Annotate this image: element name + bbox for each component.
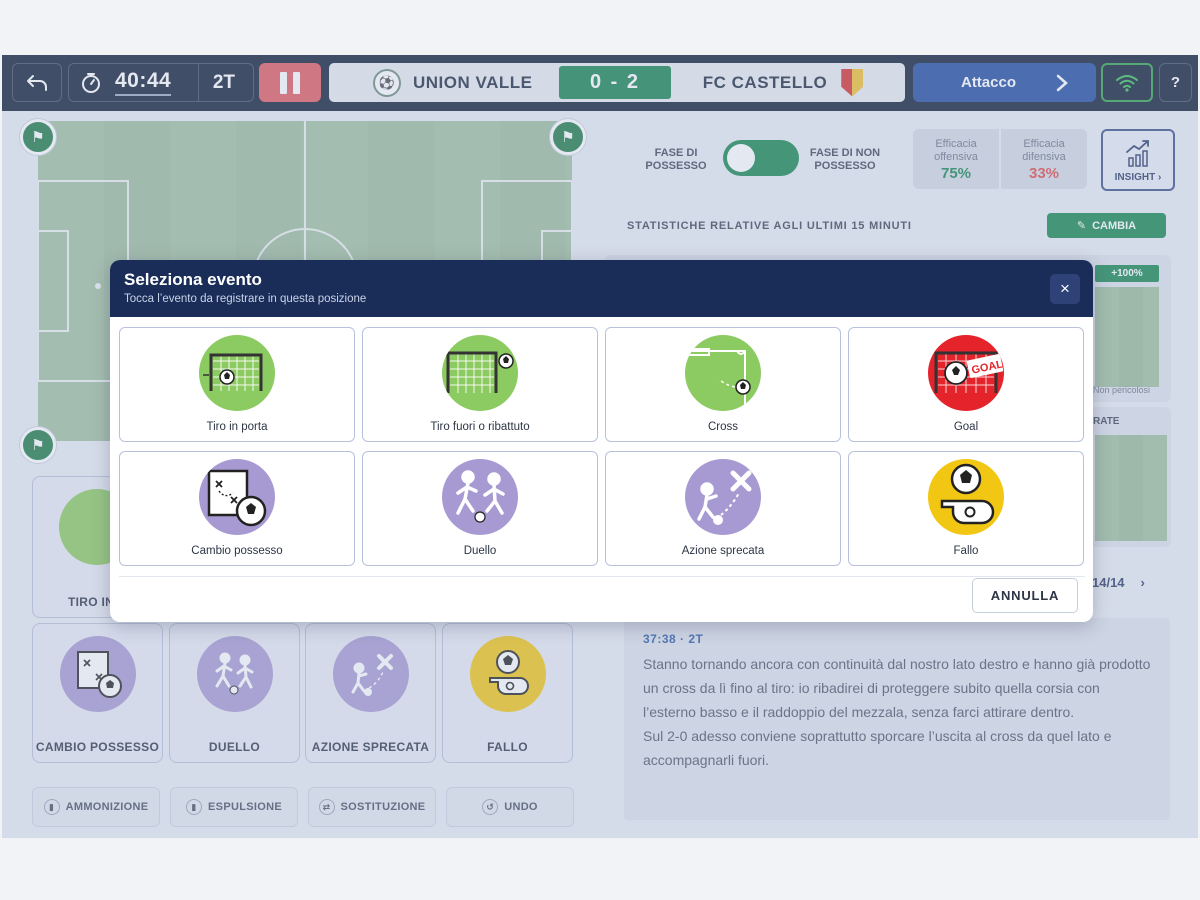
event-label: Tiro in porta (206, 421, 268, 433)
event-duello[interactable]: Duello (362, 451, 598, 566)
event-label: Tiro fuori o ribattuto (430, 421, 530, 433)
goal-icon: GOAL! (928, 335, 1004, 411)
event-label: Fallo (953, 545, 979, 557)
foul-whistle-icon (928, 459, 1004, 535)
event-azione-sprecata[interactable]: Azione sprecata (605, 451, 841, 566)
select-event-modal: Seleziona evento Tocca l’evento da regis… (110, 260, 1093, 622)
cross-icon (685, 335, 761, 411)
event-cross[interactable]: Cross (605, 327, 841, 442)
event-label: Cross (707, 421, 739, 433)
event-label: Duello (463, 545, 497, 557)
event-grid: Tiro in porta Tiro fuori o ribattuto Cro… (119, 327, 1085, 569)
event-label: Cambio possesso (191, 545, 283, 557)
duel-icon (442, 459, 518, 535)
event-label: Goal (953, 421, 979, 433)
modal-title: Seleziona evento (124, 270, 262, 289)
possession-change-icon (199, 459, 275, 535)
modal-header: Seleziona evento Tocca l’evento da regis… (110, 260, 1093, 317)
event-tiro-in-porta[interactable]: Tiro in porta (119, 327, 355, 442)
wasted-action-icon (685, 459, 761, 535)
shot-off-target-icon (442, 335, 518, 411)
event-tiro-fuori[interactable]: Tiro fuori o ribattuto (362, 327, 598, 442)
event-cambio-possesso[interactable]: Cambio possesso (119, 451, 355, 566)
event-fallo[interactable]: Fallo (848, 451, 1084, 566)
cancel-button[interactable]: ANNULLA (972, 578, 1078, 613)
shot-on-goal-icon (199, 335, 275, 411)
app-root: 40:44 2T ⚽ UNION VALLE 0 - 2 FC CASTELLO… (2, 55, 1198, 838)
event-goal[interactable]: GOAL! Goal (848, 327, 1084, 442)
modal-footer-divider (119, 576, 1085, 577)
modal-subtitle: Tocca l’evento da registrare in questa p… (124, 293, 367, 305)
event-label: Azione sprecata (681, 545, 765, 557)
close-button[interactable]: × (1050, 274, 1080, 304)
